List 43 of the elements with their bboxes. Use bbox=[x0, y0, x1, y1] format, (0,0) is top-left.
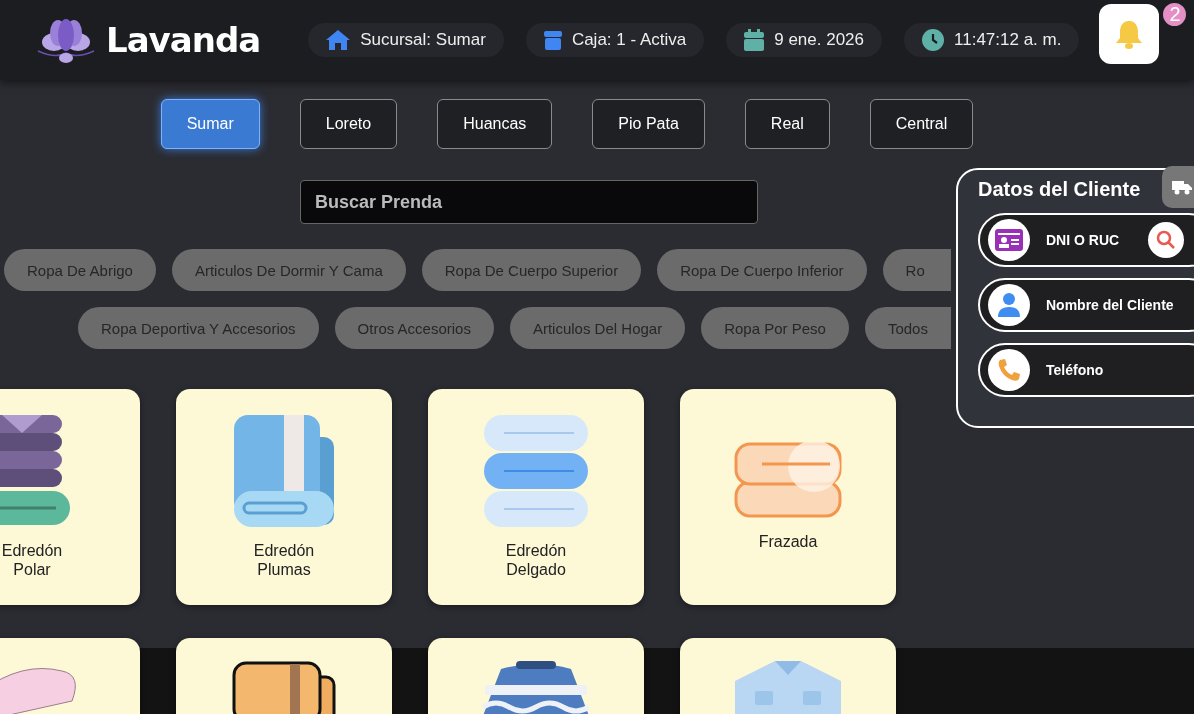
info-chip: Sucursal: Sumar bbox=[308, 23, 504, 57]
branch-tab[interactable]: Pio Pata bbox=[592, 99, 705, 149]
info-chip: 11:47:12 a. m. bbox=[904, 23, 1080, 57]
category-chip[interactable]: Ropa De Abrigo bbox=[4, 249, 156, 291]
category-chip[interactable]: Ro bbox=[882, 249, 951, 291]
truck-icon bbox=[1172, 179, 1192, 195]
branch-tab[interactable]: Real bbox=[744, 99, 830, 149]
delivery-button[interactable] bbox=[1162, 166, 1194, 208]
clock-icon bbox=[922, 29, 944, 51]
search-icon bbox=[1156, 230, 1176, 250]
garment-card[interactable]: Edredón Polar bbox=[0, 389, 140, 605]
branch-tab[interactable]: Loreto bbox=[299, 99, 398, 149]
category-chip[interactable]: Ropa Por Peso bbox=[701, 307, 849, 349]
client-input-field[interactable]: Nombre del Cliente bbox=[1044, 296, 1194, 314]
garment-card[interactable]: Frazada bbox=[680, 389, 896, 605]
garment-card[interactable]: Edredón Plumas bbox=[176, 389, 392, 605]
category-chip[interactable]: Ropa Deportiva Y Accesorios bbox=[78, 307, 319, 349]
search-button[interactable] bbox=[1148, 222, 1184, 258]
category-chip[interactable]: Otros Accesorios bbox=[334, 307, 494, 349]
category-chip[interactable]: Todos bbox=[864, 307, 951, 349]
category-chip[interactable]: Articulos De Dormir Y Cama bbox=[171, 249, 406, 291]
person-icon bbox=[998, 293, 1020, 317]
client-input-field[interactable]: Teléfono bbox=[1044, 361, 1194, 379]
branch-tab[interactable]: Central bbox=[869, 99, 974, 149]
notifications-button[interactable] bbox=[1099, 4, 1160, 64]
brand-name: Lavanda bbox=[106, 20, 261, 60]
info-chip: Caja: 1 - Activa bbox=[525, 23, 705, 57]
client-input-field[interactable]: DNI O RUC bbox=[1044, 231, 1134, 249]
box-icon bbox=[543, 30, 562, 50]
phone-icon bbox=[997, 358, 1021, 382]
client-panel-title: Datos del Cliente bbox=[978, 178, 1141, 201]
garment-card[interactable]: Edredón Delgado bbox=[428, 389, 644, 605]
branch-tab[interactable]: Huancas bbox=[437, 99, 553, 149]
category-chip[interactable]: Articulos Del Hogar bbox=[509, 307, 686, 349]
branch-tab[interactable]: Sumar bbox=[160, 99, 260, 149]
search-field[interactable]: Buscar Prenda bbox=[300, 180, 758, 224]
category-chip[interactable]: Ropa De Cuerpo Superior bbox=[421, 249, 642, 291]
calendar-icon bbox=[744, 29, 765, 51]
bell-icon bbox=[1115, 19, 1144, 49]
info-chip: 9 ene. 2026 bbox=[726, 23, 882, 57]
category-chip[interactable]: Ropa De Cuerpo Inferior bbox=[657, 249, 867, 291]
home-icon bbox=[326, 30, 351, 50]
id-card-icon bbox=[995, 229, 1023, 251]
